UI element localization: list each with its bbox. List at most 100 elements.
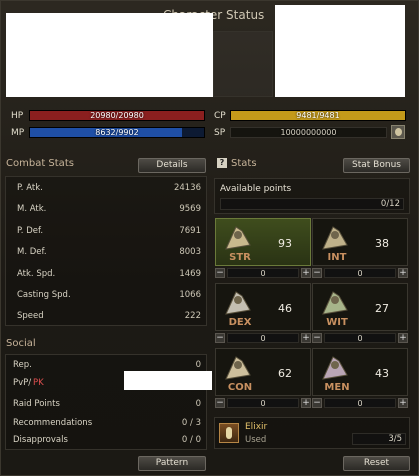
hp-value: 20980/20980 xyxy=(90,111,144,120)
minus-button[interactable]: − xyxy=(312,268,322,278)
combat-stat-label: Atk. Spd. xyxy=(17,269,56,279)
social-value: 0 / 3 xyxy=(181,418,201,428)
details-button[interactable]: Details xyxy=(138,158,206,173)
plus-button[interactable]: + xyxy=(301,333,311,343)
minus-button[interactable]: − xyxy=(312,333,322,343)
character-header-panel xyxy=(213,31,273,97)
minus-button[interactable]: − xyxy=(215,333,225,343)
stat-pending-value: 0 xyxy=(324,398,396,408)
cp-label: CP xyxy=(214,111,226,121)
stat-name: WIT xyxy=(326,317,348,328)
elixir-used-value: 3/5 xyxy=(388,434,402,444)
redacted-pvp-value xyxy=(124,371,212,390)
reset-button[interactable]: Reset xyxy=(343,456,410,471)
combat-stat-value: 9569 xyxy=(179,204,201,214)
available-points-field: 0/12 xyxy=(220,198,404,210)
plus-button[interactable]: + xyxy=(301,398,311,408)
sp-skill-icon[interactable] xyxy=(391,125,405,139)
combat-stats-title: Combat Stats xyxy=(6,158,74,169)
stat-stepper-int: −0 + xyxy=(312,268,408,279)
combat-stat-label: Casting Spd. xyxy=(17,290,71,300)
combat-stat-label: M. Def. xyxy=(17,247,47,257)
stat-value: 43 xyxy=(375,367,389,380)
stat-pending-value: 0 xyxy=(227,268,299,278)
stat-name: MEN xyxy=(324,382,350,393)
str-icon xyxy=(220,223,256,253)
combat-stat-value: 1066 xyxy=(179,290,201,300)
redacted-info-area xyxy=(275,5,405,97)
combat-stat-label: P. Def. xyxy=(17,226,44,236)
combat-stat-row: Speed 222 xyxy=(5,309,207,323)
combat-stat-value: 1469 xyxy=(179,269,201,279)
stat-name: STR xyxy=(229,252,251,263)
stat-value: 38 xyxy=(375,237,389,250)
social-label: PvP/ xyxy=(13,378,32,388)
combat-stat-row: Atk. Spd. 1469 xyxy=(5,267,207,281)
elixir-used-label: Used xyxy=(245,435,267,445)
stat-tile-dex[interactable]: DEX 46 xyxy=(215,283,311,331)
minus-button[interactable]: − xyxy=(215,398,225,408)
minus-button[interactable]: − xyxy=(312,398,322,408)
mp-value: 8632/9902 xyxy=(95,128,139,137)
social-value: 0 xyxy=(195,360,201,370)
stat-value: 46 xyxy=(278,302,292,315)
elixir-used-field: 3/5 xyxy=(352,433,406,445)
elixir-panel: Elixir Used 3/5 xyxy=(214,417,410,449)
sp-field: 10000000000 xyxy=(230,127,387,138)
available-points-panel: Available points 0/12 xyxy=(214,178,410,214)
elixir-icon xyxy=(219,423,239,443)
available-points-value: 0/12 xyxy=(380,199,400,209)
social-label: Raid Points xyxy=(13,399,60,409)
combat-stat-value: 222 xyxy=(184,311,201,321)
combat-stat-row: P. Atk. 24136 xyxy=(5,181,207,195)
social-row: Raid Points 0 xyxy=(1,397,207,411)
cp-value: 9481/9481 xyxy=(296,111,340,120)
redacted-portrait-area xyxy=(6,13,213,97)
hp-label: HP xyxy=(11,111,24,121)
stat-tile-int[interactable]: INT 38 xyxy=(312,218,408,266)
stat-tile-wit[interactable]: WIT 27 xyxy=(312,283,408,331)
social-label: Rep. xyxy=(13,360,32,370)
stats-help-icon[interactable]: ? xyxy=(217,158,227,168)
combat-stat-label: M. Atk. xyxy=(17,204,47,214)
plus-button[interactable]: + xyxy=(301,268,311,278)
stat-stepper-con: −0 + xyxy=(215,398,311,409)
combat-stat-label: P. Atk. xyxy=(17,183,43,193)
wit-icon xyxy=(317,288,353,318)
minus-button[interactable]: − xyxy=(215,268,225,278)
plus-button[interactable]: + xyxy=(398,333,408,343)
stat-pending-value: 0 xyxy=(324,333,396,343)
social-row: Recommendations 0 / 3 xyxy=(1,416,207,430)
cp-bar: 9481/9481 xyxy=(230,110,406,121)
hp-bar: 20980/20980 xyxy=(29,110,205,121)
stat-tile-str[interactable]: STR 93 xyxy=(215,218,311,266)
plus-button[interactable]: + xyxy=(398,268,408,278)
stat-tile-men[interactable]: MEN 43 xyxy=(312,348,408,396)
stat-bonus-button[interactable]: Stat Bonus xyxy=(343,158,410,173)
pattern-button[interactable]: Pattern xyxy=(138,456,206,471)
plus-button[interactable]: + xyxy=(398,398,408,408)
social-value: 0 xyxy=(195,399,201,409)
sp-label: SP xyxy=(214,128,226,138)
stat-value: 27 xyxy=(375,302,389,315)
stat-pending-value: 0 xyxy=(227,398,299,408)
social-value: 0 / 0 xyxy=(181,435,201,445)
stat-stepper-dex: −0 + xyxy=(215,333,311,344)
combat-stat-value: 8003 xyxy=(179,247,201,257)
stat-stepper-men: −0 + xyxy=(312,398,408,409)
combat-stat-row: P. Def. 7691 xyxy=(5,224,207,238)
sp-value: 10000000000 xyxy=(280,128,337,137)
available-points-label: Available points xyxy=(220,184,292,194)
men-icon xyxy=(317,353,353,383)
stat-stepper-str: −0 + xyxy=(215,268,311,279)
stat-tile-con[interactable]: CON 62 xyxy=(215,348,311,396)
social-row: Disapprovals 0 / 0 xyxy=(1,433,207,447)
character-status-window: Character Status HP 20980/20980 CP 9481/… xyxy=(0,0,419,476)
social-label: Recommendations xyxy=(13,418,93,428)
mp-bar: 8632/9902 xyxy=(29,127,205,138)
elixir-name: Elixir xyxy=(245,422,268,432)
social-label: Disapprovals xyxy=(13,435,68,445)
stats-title: Stats xyxy=(231,158,257,169)
combat-stat-value: 7691 xyxy=(179,226,201,236)
combat-stat-row: M. Atk. 9569 xyxy=(5,202,207,216)
